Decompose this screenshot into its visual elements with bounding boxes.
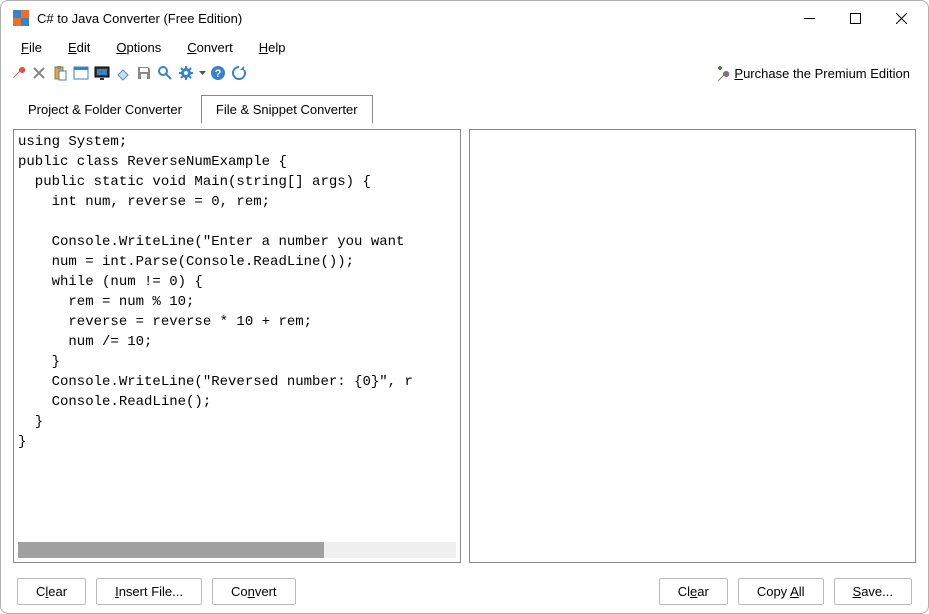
tab-file-snippet[interactable]: File & Snippet Converter — [201, 95, 373, 124]
close-button[interactable] — [878, 1, 924, 35]
tabbar: Project & Folder Converter File & Snippe… — [1, 93, 928, 123]
right-buttons: Clear Copy All Save... — [659, 578, 912, 605]
wrench-icon[interactable] — [9, 64, 27, 82]
plus-wrench-icon — [714, 65, 730, 81]
menu-convert[interactable]: Convert — [177, 38, 243, 57]
tab-project-folder[interactable]: Project & Folder Converter — [13, 95, 197, 124]
menu-options[interactable]: Options — [106, 38, 171, 57]
dropdown-icon[interactable] — [198, 64, 206, 82]
source-pane: using System; public class ReverseNumExa… — [13, 129, 461, 563]
maximize-button[interactable] — [832, 1, 878, 35]
menu-help[interactable]: Help — [249, 38, 296, 57]
window-title: C# to Java Converter (Free Edition) — [37, 11, 786, 26]
horizontal-scrollbar[interactable] — [18, 542, 456, 558]
clear-source-button[interactable]: Clear — [17, 578, 86, 605]
menubar: File Edit Options Convert Help — [1, 35, 928, 59]
eraser-icon[interactable] — [114, 64, 132, 82]
scrollbar-thumb[interactable] — [18, 542, 324, 558]
content-area: using System; public class ReverseNumExa… — [1, 123, 928, 569]
app-window: C# to Java Converter (Free Edition) File… — [0, 0, 929, 614]
insert-file-button[interactable]: Insert File... — [96, 578, 202, 605]
copy-all-button[interactable]: Copy All — [738, 578, 824, 605]
refresh-icon[interactable] — [230, 64, 248, 82]
source-code-editor[interactable]: using System; public class ReverseNumExa… — [14, 130, 460, 538]
paste-icon[interactable] — [51, 64, 69, 82]
output-pane — [469, 129, 917, 563]
minimize-button[interactable] — [786, 1, 832, 35]
premium-link[interactable]: Purchase the Premium Edition — [704, 65, 920, 81]
output-code-editor[interactable] — [470, 130, 916, 562]
window-controls — [786, 1, 924, 35]
menu-file-rest: ile — [29, 40, 42, 55]
button-row: Clear Insert File... Convert Clear Copy … — [1, 569, 928, 613]
monitor-icon[interactable] — [93, 64, 111, 82]
window-icon[interactable] — [72, 64, 90, 82]
menu-file[interactable]: File — [11, 38, 52, 57]
help-icon[interactable]: ? — [209, 64, 227, 82]
titlebar: C# to Java Converter (Free Edition) — [1, 1, 928, 35]
convert-button[interactable]: Convert — [212, 578, 296, 605]
toolbar: ? Purchase the Premium Edition — [1, 59, 928, 87]
menu-edit[interactable]: Edit — [58, 38, 100, 57]
save-button[interactable]: Save... — [834, 578, 912, 605]
clear-output-button[interactable]: Clear — [659, 578, 728, 605]
save-icon[interactable] — [135, 64, 153, 82]
svg-text:?: ? — [215, 68, 222, 80]
app-icon — [13, 10, 29, 26]
search-icon[interactable] — [156, 64, 174, 82]
delete-icon[interactable] — [30, 64, 48, 82]
gear-icon[interactable] — [177, 64, 195, 82]
